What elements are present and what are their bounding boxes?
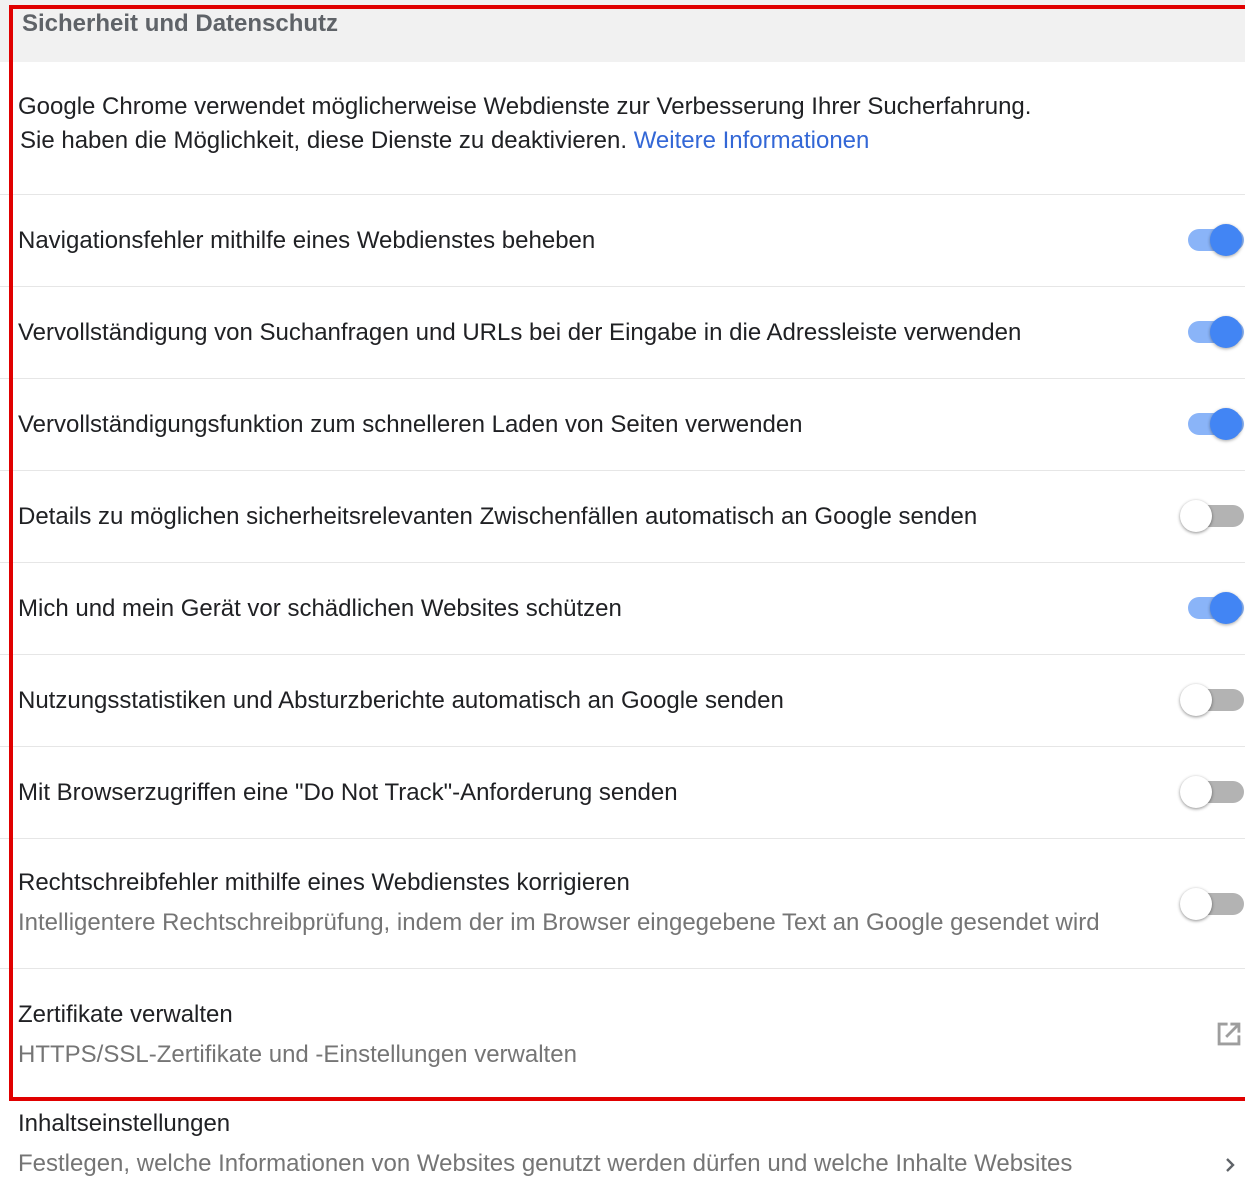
intro-text: Google Chrome verwendet möglicherweise W… xyxy=(18,90,1218,158)
learn-more-link[interactable]: Weitere Informationen xyxy=(634,127,870,154)
setting-label: Vervollständigung von Suchanfragen und U… xyxy=(18,319,1022,346)
setting-label: Mich und mein Gerät vor schädlichen Webs… xyxy=(18,595,622,622)
toggle-switch[interactable] xyxy=(1180,591,1244,624)
setting-row-navigation-errors[interactable]: Navigationsfehler mithilfe eines Webdien… xyxy=(0,194,1245,286)
chevron-right-icon[interactable] xyxy=(1222,1154,1238,1176)
toggle-switch[interactable] xyxy=(1180,315,1244,348)
intro-line-2-text: Sie haben die Möglichkeit, diese Dienste… xyxy=(20,127,634,154)
toggle-switch[interactable] xyxy=(1180,499,1244,532)
setting-row-do-not-track[interactable]: Mit Browserzugriffen eine "Do Not Track"… xyxy=(0,746,1245,838)
section-header: Sicherheit und Datenschutz xyxy=(0,0,1245,62)
setting-row-usage-statistics[interactable]: Nutzungsstatistiken und Absturzberichte … xyxy=(0,654,1245,746)
setting-label: Mit Browserzugriffen eine "Do Not Track"… xyxy=(18,779,678,806)
setting-sublabel: Intelligentere Rechtschreibprüfung, inde… xyxy=(18,909,1100,936)
certificates-sublabel: HTTPS/SSL-Zertifikate und -Einstellungen… xyxy=(18,1041,577,1068)
open-in-new-icon[interactable] xyxy=(1212,1017,1245,1051)
toggle-switch[interactable] xyxy=(1180,775,1244,808)
setting-label: Navigationsfehler mithilfe eines Webdien… xyxy=(18,227,596,254)
content-settings-row[interactable]: Inhaltseinstellungen Festlegen, welche I… xyxy=(0,1098,1245,1180)
toggle-switch[interactable] xyxy=(1180,223,1244,256)
content-settings-label: Inhaltseinstellungen xyxy=(18,1110,231,1137)
setting-label: Nutzungsstatistiken und Absturzberichte … xyxy=(18,687,784,714)
section-title: Sicherheit und Datenschutz xyxy=(22,10,339,37)
content-settings-sublabel: Festlegen, welche Informationen von Webs… xyxy=(18,1150,1073,1177)
settings-page: Sicherheit und Datenschutz Google Chrome… xyxy=(0,0,1245,1180)
manage-certificates-row[interactable]: Zertifikate verwalten HTTPS/SSL-Zertifik… xyxy=(0,968,1245,1098)
intro-line-1: Google Chrome verwendet möglicherweise W… xyxy=(18,93,1032,120)
certificates-label: Zertifikate verwalten xyxy=(18,1001,233,1028)
toggle-switch[interactable] xyxy=(1180,683,1244,716)
setting-row-safe-browsing[interactable]: Mich und mein Gerät vor schädlichen Webs… xyxy=(0,562,1245,654)
setting-row-search-suggestions[interactable]: Vervollständigung von Suchanfragen und U… xyxy=(0,286,1245,378)
toggle-switch[interactable] xyxy=(1180,887,1244,920)
intro-line-2: Sie haben die Möglichkeit, diese Dienste… xyxy=(18,124,1218,158)
setting-label: Rechtschreibfehler mithilfe eines Webdie… xyxy=(18,869,630,896)
setting-row-page-preload[interactable]: Vervollständigungsfunktion zum schneller… xyxy=(0,378,1245,470)
toggle-switch[interactable] xyxy=(1180,407,1244,440)
setting-row-spell-check[interactable]: Rechtschreibfehler mithilfe eines Webdie… xyxy=(0,838,1245,968)
setting-label: Vervollständigungsfunktion zum schneller… xyxy=(18,411,803,438)
setting-row-security-incidents[interactable]: Details zu möglichen sicherheitsrelevant… xyxy=(0,470,1245,562)
setting-label: Details zu möglichen sicherheitsrelevant… xyxy=(18,503,978,530)
